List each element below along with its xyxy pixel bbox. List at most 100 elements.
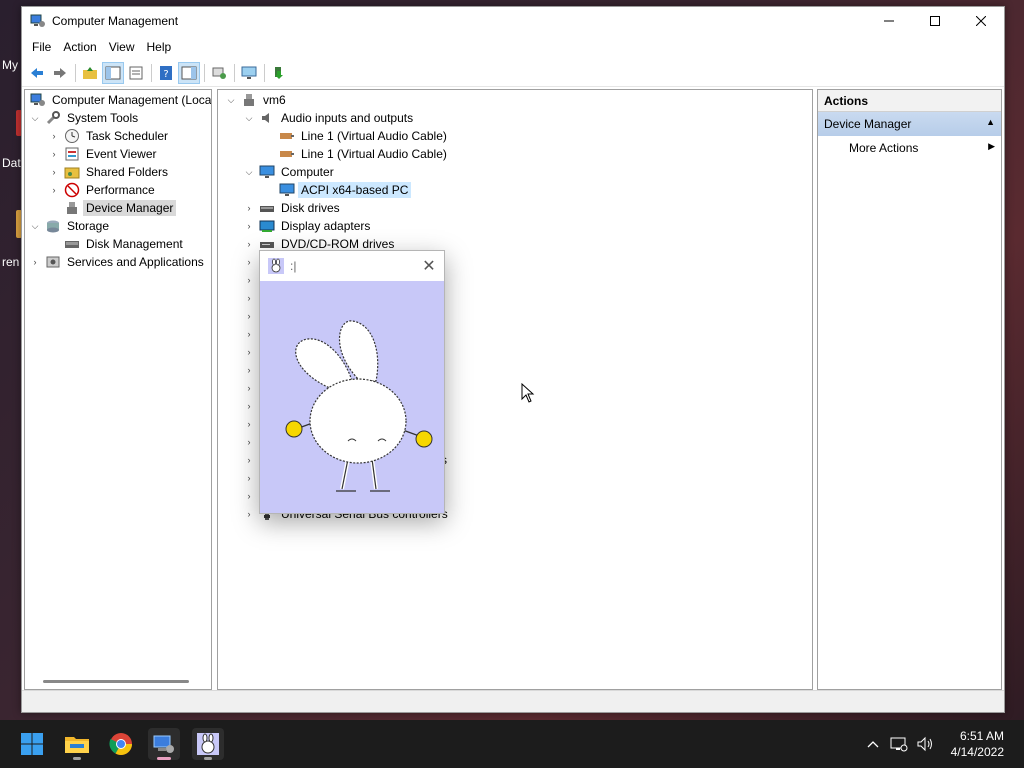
- expand-chevron-icon[interactable]: ›: [47, 147, 61, 161]
- collapse-chevron-icon[interactable]: ⌵: [242, 165, 256, 179]
- tree-item-device-manager[interactable]: Device Manager: [61, 199, 177, 217]
- tree-label: Computer: [281, 165, 334, 179]
- show-hidden-icons-chevron-icon[interactable]: [861, 732, 885, 756]
- expand-chevron-icon[interactable]: ›: [47, 129, 61, 143]
- title-bar[interactable]: Computer Management: [22, 7, 1004, 35]
- menu-view[interactable]: View: [103, 40, 141, 54]
- expand-chevron-icon[interactable]: ›: [242, 237, 256, 251]
- device-category-hidden[interactable]: ›: [242, 271, 256, 289]
- expand-chevron-icon[interactable]: ›: [242, 273, 256, 287]
- taskbar-computer-management[interactable]: [148, 728, 180, 760]
- close-button[interactable]: [958, 7, 1004, 35]
- expand-chevron-icon[interactable]: ›: [242, 255, 256, 269]
- device-category-display-adapters[interactable]: › Display adapters: [242, 217, 373, 235]
- expand-chevron-icon[interactable]: ›: [242, 507, 256, 521]
- menu-action[interactable]: Action: [57, 40, 102, 54]
- bunny-popup-window[interactable]: :| ✕: [259, 250, 445, 514]
- device-category-hidden[interactable]: ›: [242, 361, 256, 379]
- device-category-hidden[interactable]: ›: [242, 469, 256, 487]
- taskbar-file-explorer[interactable]: [61, 728, 93, 760]
- tree-item-system-tools[interactable]: ⌵ System Tools: [28, 109, 141, 127]
- back-button[interactable]: [26, 62, 48, 84]
- monitor-icon: [241, 66, 257, 79]
- menu-help[interactable]: Help: [141, 40, 178, 54]
- expand-chevron-icon[interactable]: ›: [242, 363, 256, 377]
- collapse-chevron-icon[interactable]: ⌵: [28, 111, 42, 125]
- device-category-hidden[interactable]: ›: [242, 289, 256, 307]
- expand-chevron-icon[interactable]: ›: [47, 183, 61, 197]
- help-button[interactable]: ?: [155, 62, 177, 84]
- tree-item-event-viewer[interactable]: › Event Viewer: [47, 145, 159, 163]
- taskbar-chrome[interactable]: [105, 728, 137, 760]
- expand-chevron-icon[interactable]: ›: [242, 219, 256, 233]
- actions-section-device-manager[interactable]: Device Manager ▲: [818, 112, 1001, 136]
- device-category-hidden[interactable]: ›: [242, 325, 256, 343]
- collapse-chevron-icon[interactable]: ⌵: [224, 93, 238, 107]
- show-hide-console-tree-button[interactable]: [102, 61, 124, 84]
- collapse-chevron-icon[interactable]: ⌵: [242, 111, 256, 125]
- network-icon[interactable]: [887, 732, 911, 756]
- popup-title-bar[interactable]: :| ✕: [260, 251, 444, 281]
- device-line1-b[interactable]: Line 1 (Virtual Audio Cable): [276, 145, 450, 163]
- device-tree-root[interactable]: ⌵ vm6: [224, 91, 289, 109]
- device-category-hidden[interactable]: ›: [242, 397, 256, 415]
- start-button[interactable]: [16, 728, 48, 760]
- tree-item-computer-management[interactable]: Computer Management (Local: [27, 91, 211, 109]
- tree-label: Services and Applications: [67, 255, 204, 269]
- expand-chevron-icon[interactable]: ›: [242, 291, 256, 305]
- popup-close-button[interactable]: ✕: [414, 256, 444, 276]
- expand-chevron-icon[interactable]: ›: [242, 201, 256, 215]
- tree-item-disk-management[interactable]: Disk Management: [61, 235, 186, 253]
- device-category-hidden[interactable]: ›: [242, 343, 256, 361]
- expand-chevron-icon[interactable]: ›: [47, 165, 61, 179]
- show-hide-action-pane-button[interactable]: [178, 61, 200, 84]
- horizontal-scrollbar[interactable]: [43, 680, 189, 683]
- expand-chevron-icon[interactable]: ›: [242, 471, 256, 485]
- folder-up-icon: [83, 66, 97, 79]
- forward-button[interactable]: [49, 62, 71, 84]
- monitor-button[interactable]: [238, 62, 260, 84]
- toolbar-separator: [204, 63, 205, 82]
- device-category-disk-drives[interactable]: › Disk drives: [242, 199, 343, 217]
- up-one-level-button[interactable]: [79, 62, 101, 84]
- expand-chevron-icon[interactable]: ›: [242, 399, 256, 413]
- device-category-hidden[interactable]: ›: [242, 415, 256, 433]
- minimize-button[interactable]: [866, 7, 912, 35]
- device-line1-a[interactable]: Line 1 (Virtual Audio Cable): [276, 127, 450, 145]
- more-actions-item[interactable]: More Actions ▶: [818, 136, 1001, 160]
- expand-chevron-icon[interactable]: ›: [28, 255, 42, 269]
- expand-chevron-icon[interactable]: ›: [242, 435, 256, 449]
- maximize-button[interactable]: [912, 7, 958, 35]
- collapse-chevron-icon[interactable]: ⌵: [28, 219, 42, 233]
- expand-chevron-icon[interactable]: ›: [242, 345, 256, 359]
- taskbar-clock[interactable]: 6:51 AM 4/14/2022: [951, 728, 1004, 760]
- device-category-hidden[interactable]: ›: [242, 379, 256, 397]
- device-category-hidden[interactable]: ›: [242, 487, 256, 505]
- scan-hardware-changes-button[interactable]: [208, 62, 230, 84]
- expand-chevron-icon[interactable]: ›: [242, 327, 256, 341]
- expand-chevron-icon[interactable]: ›: [242, 381, 256, 395]
- menu-bar: File Action View Help: [22, 35, 1004, 59]
- tree-item-task-scheduler[interactable]: › Task Scheduler: [47, 127, 171, 145]
- device-category-hidden[interactable]: ›: [242, 433, 256, 451]
- expand-chevron-icon[interactable]: ›: [242, 417, 256, 431]
- tree-item-performance[interactable]: › Performance: [47, 181, 158, 199]
- computer-management-icon: [30, 14, 45, 27]
- update-driver-button[interactable]: [268, 62, 290, 84]
- volume-icon[interactable]: [913, 732, 937, 756]
- collapse-triangle-icon[interactable]: ▲: [986, 117, 995, 131]
- tree-item-storage[interactable]: ⌵ Storage: [28, 217, 112, 235]
- expand-chevron-icon[interactable]: ›: [242, 309, 256, 323]
- tree-item-services-and-applications[interactable]: › Services and Applications: [28, 253, 207, 271]
- device-acpi-pc[interactable]: ACPI x64-based PC: [276, 181, 412, 199]
- tree-item-shared-folders[interactable]: › Shared Folders: [47, 163, 171, 181]
- tree-label: Line 1 (Virtual Audio Cable): [301, 129, 447, 143]
- device-category-audio[interactable]: ⌵ Audio inputs and outputs: [242, 109, 416, 127]
- device-category-hidden[interactable]: ›: [242, 253, 256, 271]
- expand-chevron-icon[interactable]: ›: [242, 453, 256, 467]
- device-category-computer[interactable]: ⌵ Computer: [242, 163, 337, 181]
- taskbar-bunny-app[interactable]: [192, 728, 224, 760]
- menu-file[interactable]: File: [26, 40, 57, 54]
- expand-chevron-icon[interactable]: ›: [242, 489, 256, 503]
- properties-button[interactable]: [125, 62, 147, 84]
